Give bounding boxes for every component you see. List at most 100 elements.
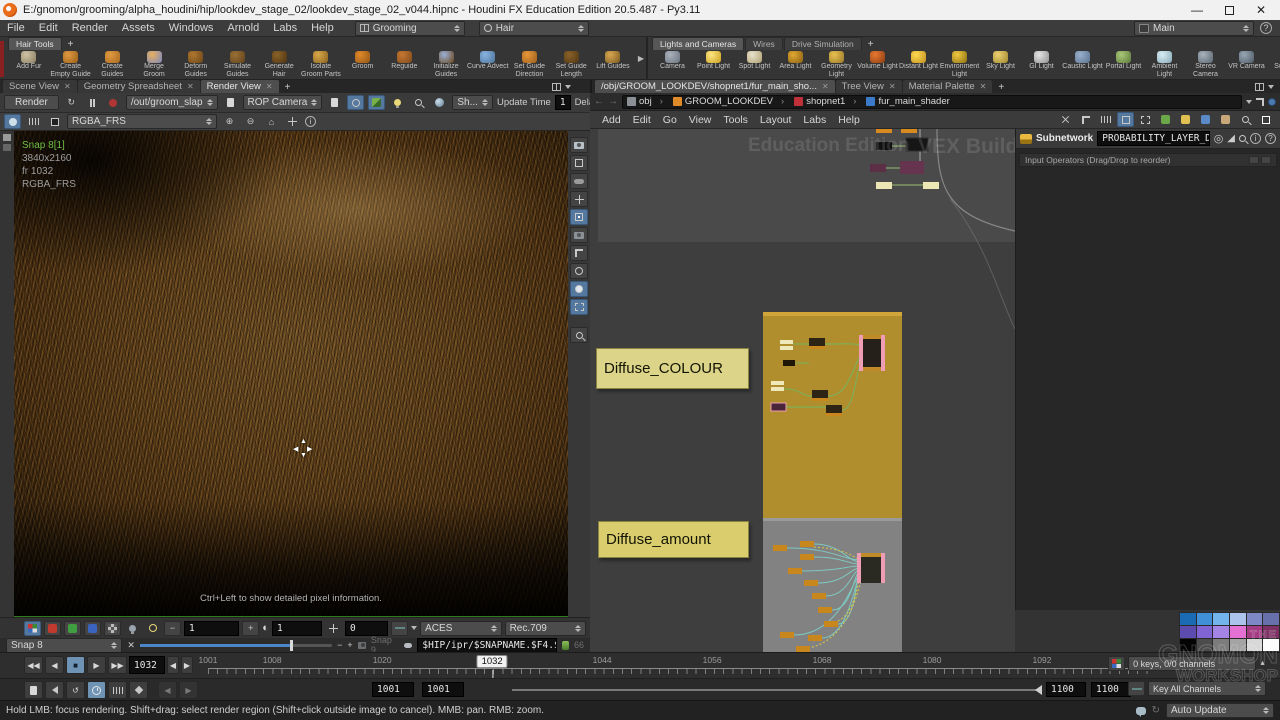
- add-shelf-tab-button[interactable]: +: [63, 39, 79, 50]
- tool-distant-light[interactable]: Distant Light: [898, 51, 939, 78]
- plane-selector[interactable]: RGBA_FRS: [67, 114, 217, 129]
- color-swatch[interactable]: [1263, 613, 1279, 625]
- crop-corner-icon[interactable]: [570, 245, 588, 261]
- lut-icon[interactable]: [391, 621, 408, 636]
- network-menu-labs[interactable]: Labs: [797, 114, 832, 126]
- rop-selector[interactable]: /out/groom_slap: [126, 95, 218, 110]
- network-menu-layout[interactable]: Layout: [754, 114, 798, 126]
- stop-render-icon[interactable]: [105, 95, 122, 110]
- tool-lift-guides[interactable]: Lift Guides: [592, 51, 634, 78]
- playback-start-field[interactable]: 1001: [422, 682, 464, 697]
- timeline-ruler[interactable]: 10011008102010441056106810801092 1032: [208, 655, 1152, 677]
- keyframe-colors-icon[interactable]: [1108, 656, 1125, 671]
- thumbs-view-icon[interactable]: [1137, 112, 1154, 127]
- shelfset-selector[interactable]: Hair: [479, 21, 589, 36]
- breadcrumb-groom-lookdev[interactable]: GROOM_LOOKDEV: [673, 96, 792, 107]
- list-view-icon[interactable]: [1097, 112, 1114, 127]
- node[interactable]: [876, 182, 892, 189]
- scoped-channels-icon[interactable]: [1128, 681, 1145, 696]
- node-output[interactable]: [863, 335, 881, 371]
- snapshot-compare-icon[interactable]: [368, 95, 385, 110]
- search-icon[interactable]: [1239, 135, 1246, 142]
- audio-icon[interactable]: [45, 681, 64, 699]
- add-shelf-tab-button[interactable]: +: [863, 39, 879, 50]
- node[interactable]: [870, 164, 886, 172]
- lights-icon[interactable]: [389, 95, 406, 110]
- pane-layout-icon[interactable]: [1255, 83, 1264, 91]
- rgb-channels-icon[interactable]: [24, 621, 41, 636]
- close-button[interactable]: ✕: [1256, 3, 1266, 17]
- minimize-button[interactable]: —: [1191, 3, 1203, 17]
- green-channel-icon[interactable]: [64, 621, 81, 636]
- close-tab-icon[interactable]: ✕: [266, 82, 273, 91]
- tool-add-fur[interactable]: Add Fur: [8, 51, 50, 78]
- tool-sky-light[interactable]: Sky Light: [980, 51, 1021, 78]
- global-end-field[interactable]: 1100: [1091, 682, 1131, 697]
- play-reverse-button[interactable]: ◀: [45, 656, 64, 674]
- region-tool-icon[interactable]: [570, 209, 588, 225]
- tool-gi-light[interactable]: GI Light: [1021, 51, 1062, 78]
- node-output[interactable]: [861, 553, 881, 583]
- inspect-icon[interactable]: [570, 263, 588, 279]
- breadcrumb-shopnet1[interactable]: shopnet1: [794, 96, 864, 107]
- node[interactable]: [923, 182, 939, 189]
- global-start-field[interactable]: 1001: [372, 682, 414, 697]
- gamma-field[interactable]: 1: [272, 621, 322, 636]
- link-icon[interactable]: [1268, 98, 1276, 106]
- export-icon[interactable]: [562, 641, 569, 650]
- pause-render-icon[interactable]: [84, 95, 101, 110]
- lut-menu-icon[interactable]: [411, 626, 417, 630]
- network-menu-go[interactable]: Go: [657, 114, 683, 126]
- tool-camera[interactable]: Camera: [652, 51, 693, 78]
- color-swatch[interactable]: [1197, 613, 1213, 625]
- pane-tab-tree-view[interactable]: Tree View✕: [836, 80, 902, 93]
- sticky-note-diffuse-amount[interactable]: Diffuse_amount: [598, 521, 749, 558]
- shelf-scroll-right-icon[interactable]: ▶: [636, 54, 646, 63]
- tool-vr-camera[interactable]: VR Camera: [1226, 51, 1267, 78]
- menu-labs[interactable]: Labs: [266, 22, 304, 34]
- breadcrumb-obj[interactable]: obj: [627, 96, 671, 107]
- zoom-in-icon[interactable]: ⊕: [221, 114, 238, 129]
- export-icon[interactable]: [24, 681, 43, 699]
- offset-field[interactable]: 0: [345, 621, 388, 636]
- playback-end-field[interactable]: 1100: [1046, 682, 1086, 697]
- tool-generate-hair[interactable]: Generate Hair: [258, 51, 300, 78]
- layers-icon[interactable]: [25, 114, 42, 129]
- strip-icon[interactable]: [3, 144, 11, 151]
- tool-stereo-camera[interactable]: Stereo Camera: [1185, 51, 1226, 78]
- environment-icon[interactable]: [431, 95, 448, 110]
- tool-set-guide-length[interactable]: Set Guide Length: [550, 51, 592, 78]
- tool-merge-groom-objects[interactable]: Merge Groom Objects: [133, 51, 175, 78]
- save-snapshot-icon[interactable]: [404, 643, 412, 648]
- tool-point-light[interactable]: Point Light: [693, 51, 734, 78]
- current-frame-field[interactable]: 1032: [129, 656, 165, 674]
- display-lut-selector[interactable]: Rec.709: [505, 621, 586, 636]
- update-time-field[interactable]: 1: [555, 95, 571, 110]
- color-swatch[interactable]: [1263, 626, 1279, 638]
- step-back-button[interactable]: ◀: [167, 656, 179, 674]
- tool-portal-light[interactable]: Portal Light: [1103, 51, 1144, 78]
- node-selected[interactable]: [771, 403, 786, 411]
- thumbnail-icon[interactable]: [46, 114, 63, 129]
- lamp-icon[interactable]: [124, 621, 141, 636]
- color-palette-icon[interactable]: [1157, 112, 1174, 127]
- exposure-plus-button[interactable]: +: [242, 621, 259, 636]
- cut-wires-icon[interactable]: [1057, 112, 1074, 127]
- color-swatch[interactable]: [1230, 626, 1246, 638]
- keys-channels-button[interactable]: 0 keys, 0/0 channels: [1128, 656, 1256, 671]
- pane-menu-icon[interactable]: [565, 85, 571, 89]
- node[interactable]: [780, 346, 793, 350]
- color-swatch[interactable]: [1213, 639, 1229, 651]
- pane-layout-icon[interactable]: [552, 83, 561, 91]
- color-swatch[interactable]: [1247, 639, 1263, 651]
- pane-tab-render-view[interactable]: Render View✕: [201, 80, 279, 93]
- color-swatch[interactable]: [1230, 639, 1246, 651]
- step-forward-button[interactable]: ▶: [181, 656, 193, 674]
- grid-view-icon[interactable]: [1117, 112, 1134, 127]
- snapshot-path-field[interactable]: $HIP/ipr/$SNAPNAME.$F4.$: [417, 638, 556, 653]
- red-channel-icon[interactable]: [44, 621, 61, 636]
- node[interactable]: [876, 129, 892, 133]
- pane-tab-scene-view[interactable]: Scene View✕: [3, 80, 77, 93]
- measure-icon[interactable]: [1077, 112, 1094, 127]
- color-swatch[interactable]: [1247, 613, 1263, 625]
